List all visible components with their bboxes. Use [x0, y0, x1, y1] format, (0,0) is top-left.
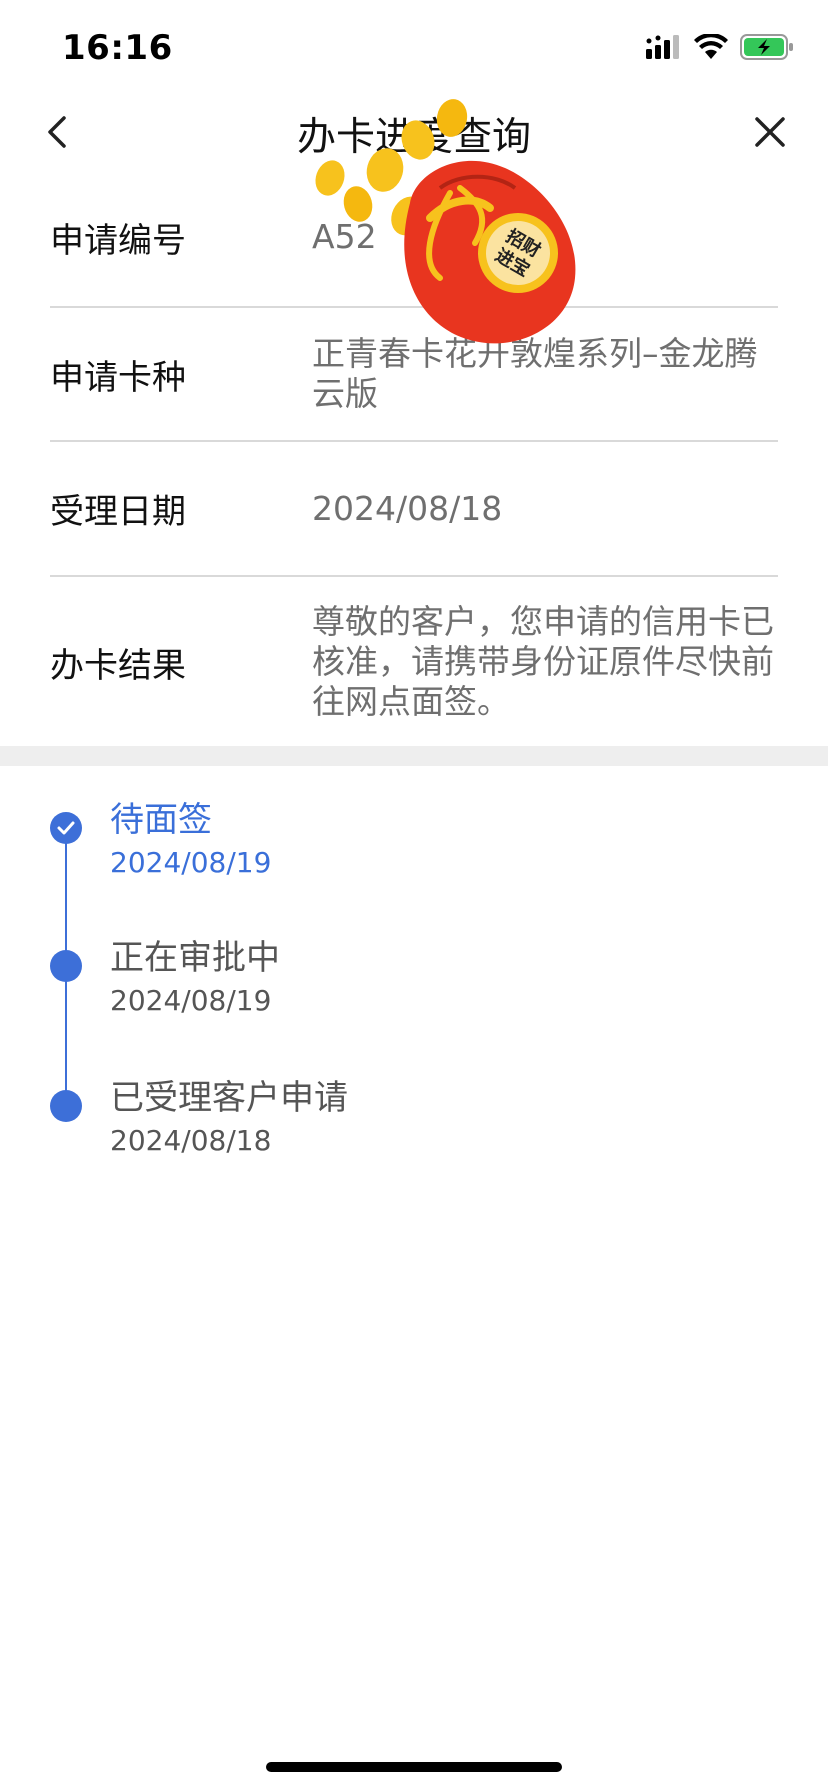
- info-label: 办卡结果: [50, 645, 186, 686]
- close-icon: [755, 117, 785, 147]
- check-circle-icon: [50, 812, 82, 844]
- info-value: 尊敬的客户，您申请的信用卡已核准，请携带身份证原件尽快前往网点面签。: [312, 602, 774, 721]
- timeline-step-title: 待面签: [110, 800, 212, 840]
- close-button[interactable]: [748, 110, 792, 154]
- timeline-step-date: 2024/08/19: [110, 984, 272, 1017]
- fortune-bag-icon[interactable]: 招财 进宝: [290, 78, 600, 368]
- cellular-signal-icon: [646, 35, 679, 59]
- timeline-step-date: 2024/08/18: [110, 1124, 272, 1157]
- info-label: 受理日期: [50, 492, 186, 532]
- timeline-step-date: 2024/08/19: [110, 846, 272, 879]
- home-indicator[interactable]: [266, 1762, 562, 1772]
- status-time: 16:16: [62, 28, 173, 68]
- timeline-dot-icon: [50, 1090, 82, 1122]
- status-icons: [646, 34, 794, 60]
- info-value: 2024/08/18: [312, 488, 503, 528]
- timeline-dot-icon: [50, 950, 82, 982]
- timeline-step-title: 已受理客户申请: [110, 1078, 348, 1118]
- section-divider: [0, 746, 828, 766]
- battery-charging-icon: [740, 34, 793, 60]
- wifi-icon: [694, 34, 728, 59]
- timeline-step-title: 正在审批中: [110, 938, 280, 978]
- info-label: 申请卡种: [50, 357, 186, 398]
- info-row-accept-date: 受理日期 2024/08/18: [50, 442, 778, 577]
- info-label: 申请编号: [50, 220, 186, 261]
- info-row-result: 办卡结果 尊敬的客户，您申请的信用卡已核准，请携带身份证原件尽快前往网点面签。: [50, 577, 778, 747]
